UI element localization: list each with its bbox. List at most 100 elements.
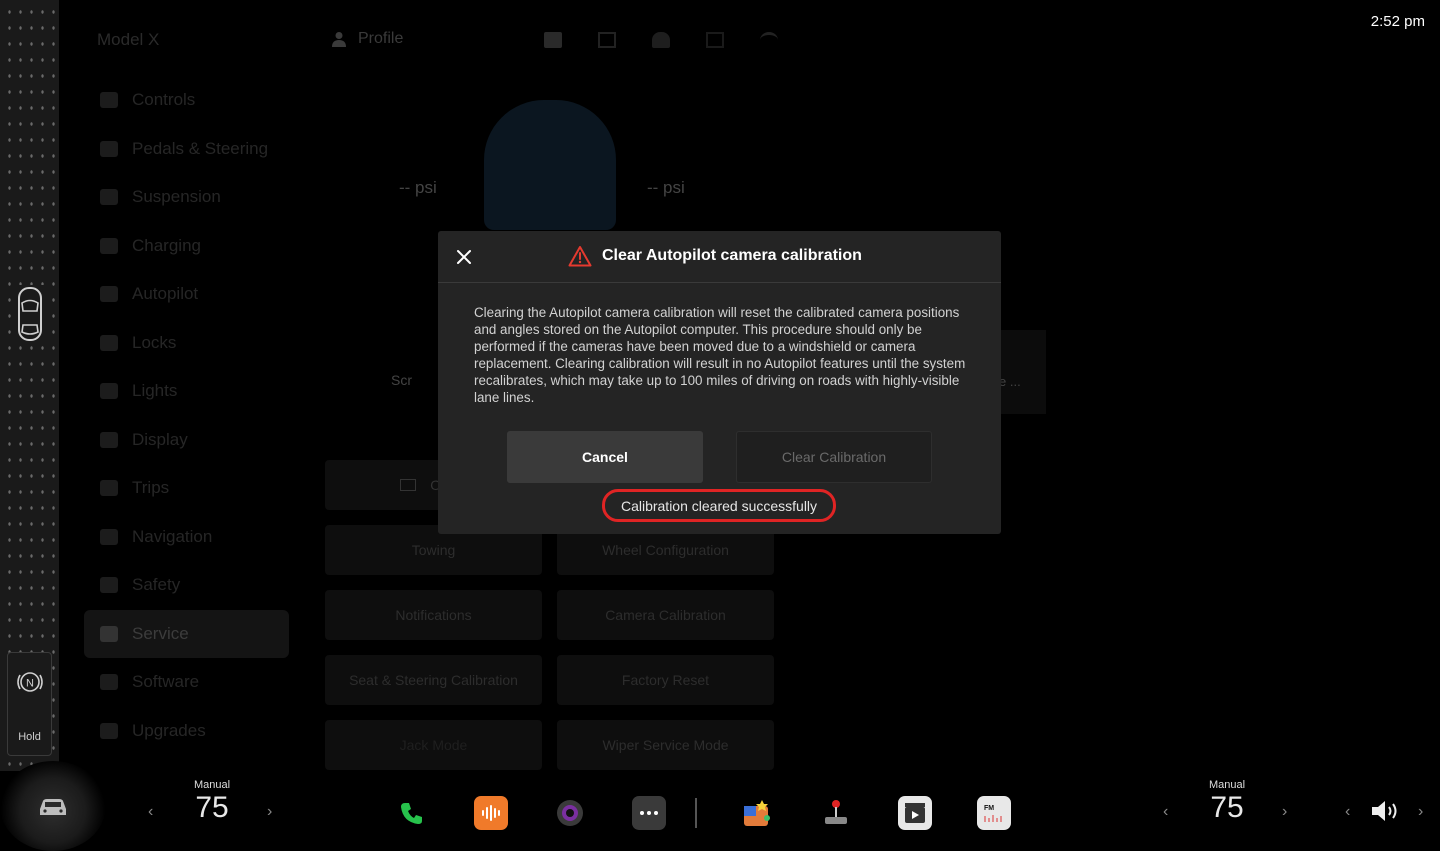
menu-label: Suspension <box>132 187 221 207</box>
settings-menu: Controls Pedals & Steering Suspension Ch… <box>84 76 289 755</box>
menu-item-autopilot[interactable]: Autopilot <box>84 270 289 319</box>
menu-item-software[interactable]: Software <box>84 658 289 707</box>
tile-camera-calibration[interactable]: Camera Calibration <box>557 590 774 640</box>
dialog-title: Clear Autopilot camera calibration <box>602 247 862 264</box>
wifi-icon[interactable] <box>760 32 778 48</box>
menu-label: Safety <box>132 575 181 595</box>
warning-icon <box>568 246 592 267</box>
menu-item-pedals-steering[interactable]: Pedals & Steering <box>84 125 289 174</box>
right-temp-up-arrow[interactable]: › <box>1282 803 1287 821</box>
tile-partial-right[interactable]: e ... <box>999 330 1046 414</box>
cancel-button[interactable]: Cancel <box>507 431 703 483</box>
hold-button[interactable]: N Hold <box>7 652 52 756</box>
menu-item-lights[interactable]: Lights <box>84 367 289 416</box>
fm-radio-icon[interactable]: FM <box>977 796 1011 830</box>
toybox-icon[interactable] <box>740 796 774 830</box>
menu-item-charging[interactable]: Charging <box>84 222 289 271</box>
menu-item-service[interactable]: Service <box>84 609 289 658</box>
car-side-icon[interactable] <box>14 285 46 343</box>
menu-item-suspension[interactable]: Suspension <box>84 173 289 222</box>
menu-item-locks[interactable]: Locks <box>84 319 289 368</box>
suspension-icon <box>100 189 118 206</box>
tile-jack-mode[interactable]: Jack Mode <box>325 720 542 770</box>
menu-item-display[interactable]: Display <box>84 416 289 465</box>
download-icon <box>100 674 118 691</box>
bag-icon <box>100 722 118 739</box>
menu-label: Controls <box>132 90 196 110</box>
dialog-header: Clear Autopilot camera calibration <box>438 231 1001 283</box>
menu-label: Charging <box>132 235 201 255</box>
tire-pressure-left: -- psi <box>399 178 437 197</box>
right-temp-down-arrow[interactable]: ‹ <box>1163 803 1168 821</box>
left-temp-down-arrow[interactable]: ‹ <box>148 803 153 821</box>
menu-item-upgrades[interactable]: Upgrades <box>84 707 289 756</box>
more-apps-icon[interactable] <box>632 796 666 830</box>
arcade-joystick-icon[interactable] <box>819 796 853 830</box>
menu-item-navigation[interactable]: Navigation <box>84 513 289 562</box>
left-temp-up-arrow[interactable]: › <box>267 803 272 821</box>
clock: 2:52 pm <box>1370 13 1425 30</box>
neutral-gear-icon: N <box>17 672 43 692</box>
menu-item-controls[interactable]: Controls <box>84 76 289 125</box>
close-icon[interactable] <box>454 247 474 267</box>
status-message: Calibration cleared successfully <box>602 489 836 522</box>
trips-icon <box>100 480 118 497</box>
bottom-taskbar: ‹ Manual 75 › FM ‹ Manual 75 › ‹ › <box>0 761 1440 851</box>
dialog-title-group: Clear Autopilot camera calibration <box>568 245 862 267</box>
svg-text:FM: FM <box>984 805 994 812</box>
dashcam-icon[interactable] <box>544 32 562 48</box>
menu-label: Autopilot <box>132 284 199 304</box>
profile-button[interactable]: Profile <box>332 30 403 48</box>
dock-separator <box>695 798 697 828</box>
tile-partial-right-label: e ... <box>999 374 1021 389</box>
left-climate[interactable]: Manual 75 <box>190 779 234 825</box>
toggle-icon <box>100 92 118 109</box>
menu-item-trips[interactable]: Trips <box>84 464 289 513</box>
clear-calibration-button[interactable]: Clear Calibration <box>736 431 932 483</box>
wrench-icon <box>100 625 118 642</box>
profile-icon <box>332 32 346 47</box>
tile-seat-steering-calibration[interactable]: Seat & Steering Calibration <box>325 655 542 705</box>
menu-item-safety[interactable]: Safety <box>84 561 289 610</box>
vehicle-name: Model X <box>97 30 160 49</box>
svg-text:N: N <box>26 678 34 690</box>
lightning-icon <box>100 237 118 254</box>
menu-label: Locks <box>132 332 177 352</box>
volume-icon[interactable] <box>1370 799 1402 823</box>
navigation-icon <box>100 528 118 545</box>
tile-wiper-service-mode[interactable]: Wiper Service Mode <box>557 720 774 770</box>
volume-up-arrow[interactable]: › <box>1418 803 1423 821</box>
car-icon <box>100 140 118 157</box>
car-icon <box>40 799 66 815</box>
left-rail: N Hold <box>0 0 59 771</box>
profile-label: Profile <box>358 30 404 47</box>
steering-wheel-icon <box>100 286 118 303</box>
audio-icon[interactable] <box>474 796 508 830</box>
status-icons <box>544 32 778 48</box>
book-icon <box>400 479 417 491</box>
menu-label: Software <box>132 672 200 692</box>
tile-notifications[interactable]: Notifications <box>325 590 542 640</box>
menu-label: Upgrades <box>132 720 206 740</box>
camera-icon[interactable] <box>553 796 587 830</box>
lock-icon <box>100 334 118 351</box>
bell-icon[interactable] <box>652 32 670 48</box>
car-menu-button[interactable] <box>0 761 106 851</box>
tile-factory-reset[interactable]: Factory Reset <box>557 655 774 705</box>
display-icon <box>100 431 118 448</box>
dialog-body-text: Clearing the Autopilot camera calibratio… <box>474 305 966 405</box>
clear-calibration-dialog: Clear Autopilot camera calibration Clear… <box>438 231 1001 534</box>
right-temperature: 75 <box>1210 791 1244 824</box>
tile-partial-left[interactable]: Scr <box>391 355 431 405</box>
menu-label: Service <box>132 623 189 643</box>
home-icon[interactable] <box>598 32 616 48</box>
car-top-view <box>484 100 616 230</box>
right-climate[interactable]: Manual 75 <box>1205 779 1249 825</box>
volume-down-arrow[interactable]: ‹ <box>1345 803 1350 821</box>
menu-label: Navigation <box>132 526 213 546</box>
bluetooth-icon[interactable] <box>706 32 724 48</box>
theater-icon[interactable] <box>898 796 932 830</box>
sun-icon <box>100 383 118 400</box>
hold-label: Hold <box>18 731 41 743</box>
phone-icon[interactable] <box>395 796 429 830</box>
